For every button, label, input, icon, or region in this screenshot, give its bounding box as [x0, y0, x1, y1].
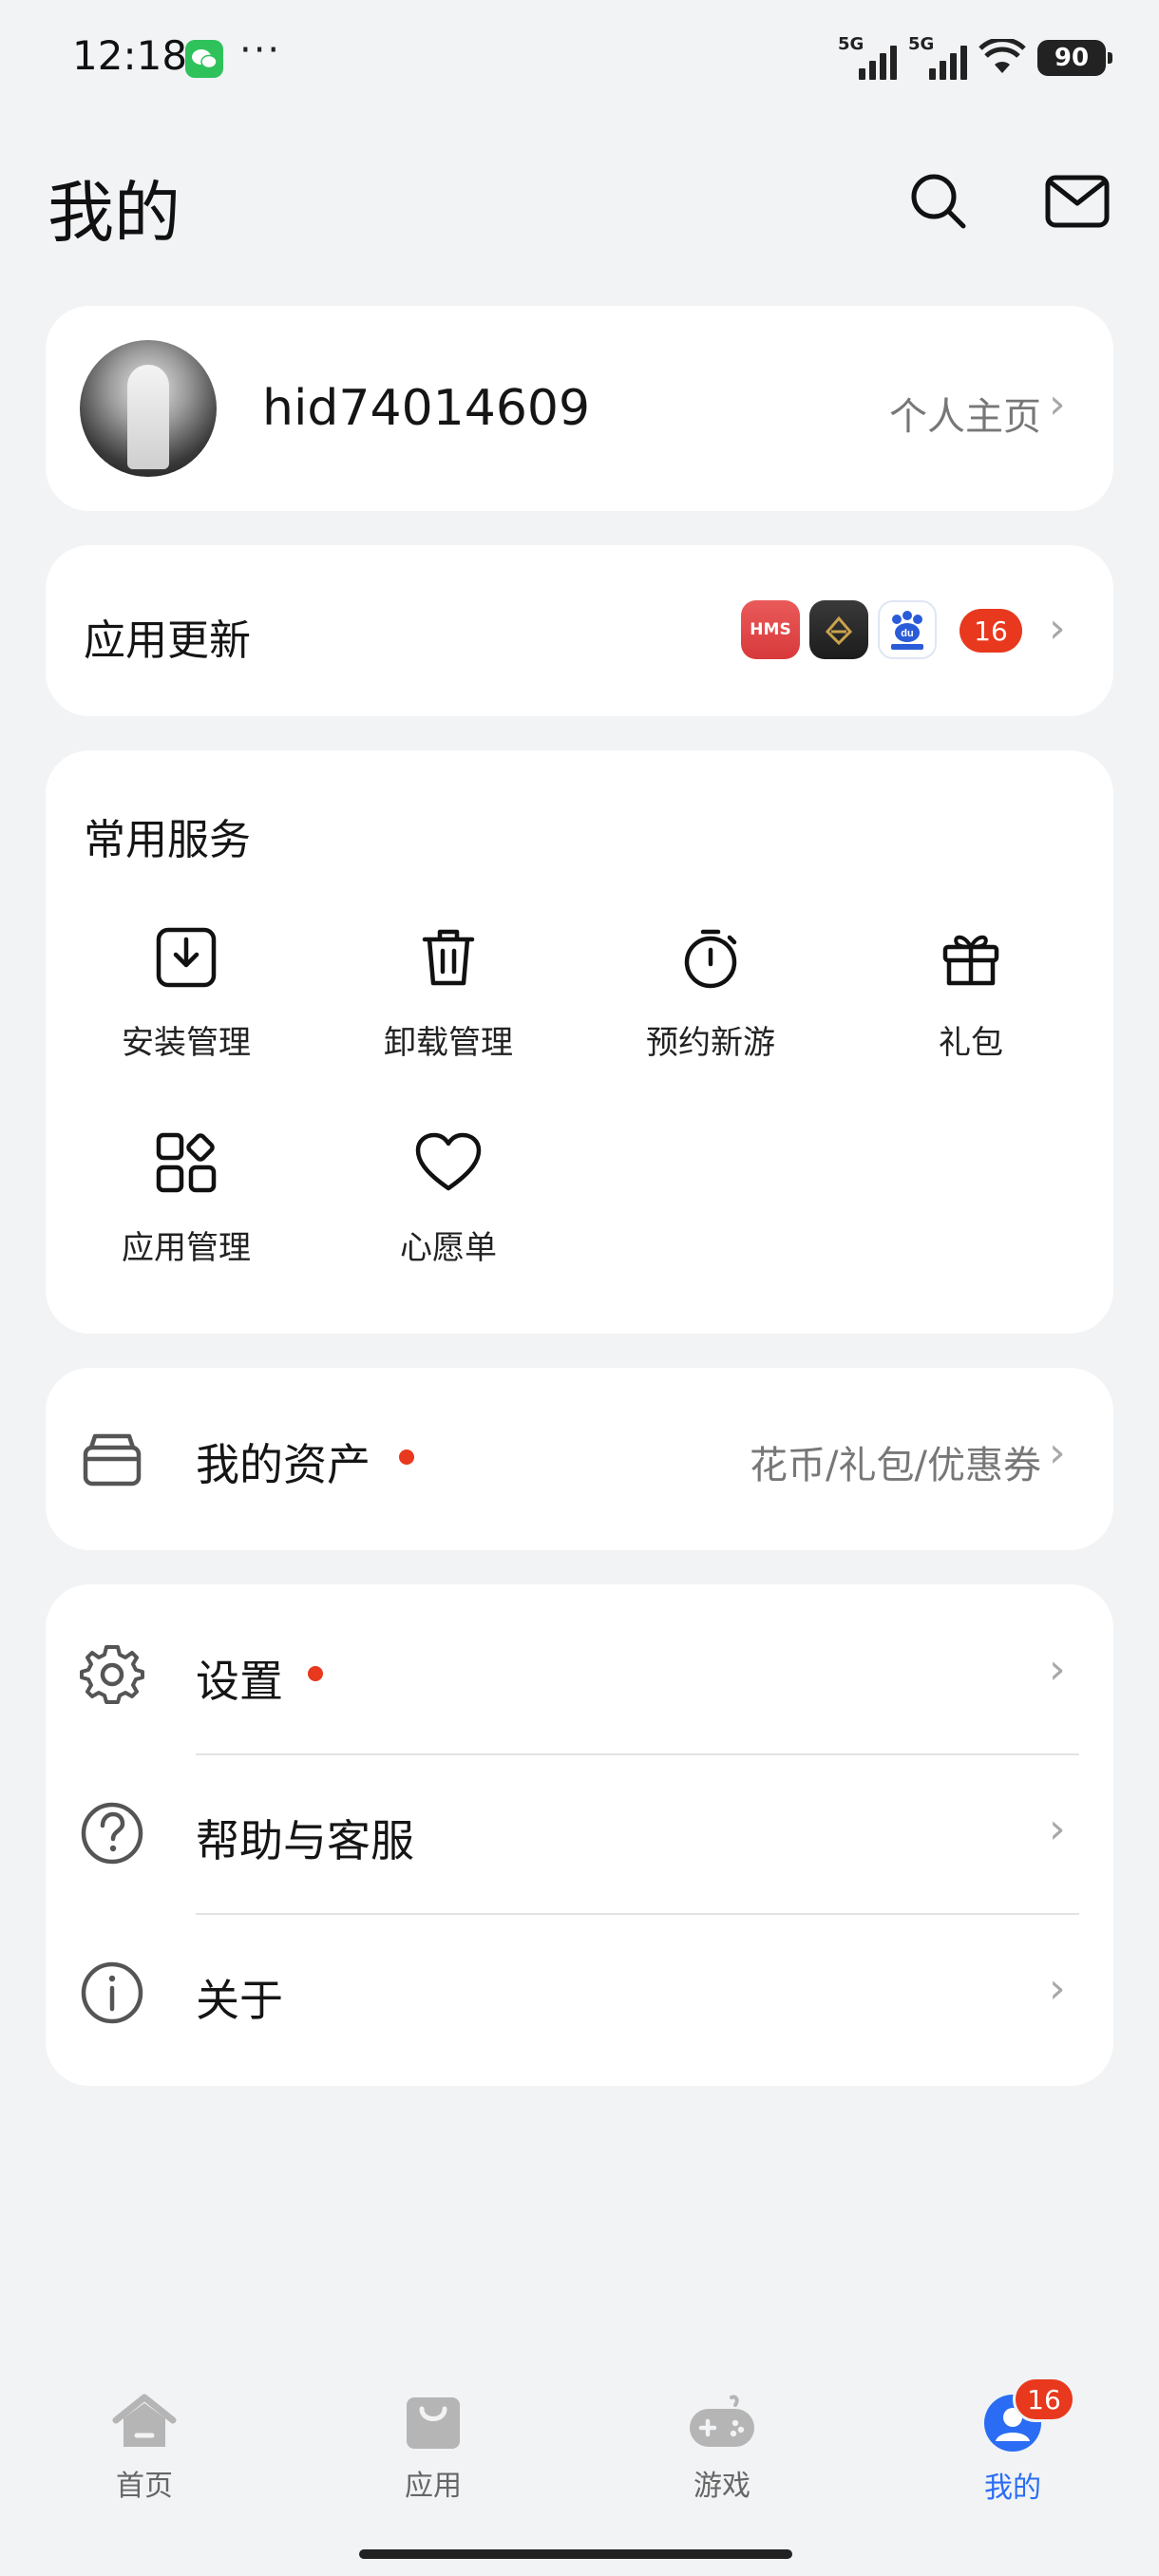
trash-icon [412, 921, 484, 994]
username: hid74014609 [262, 380, 591, 437]
service-label: 应用管理 [122, 1229, 251, 1267]
avatar[interactable] [80, 340, 217, 477]
service-label: 礼包 [939, 1024, 1003, 1062]
gift-icon [935, 921, 1007, 994]
service-install-management[interactable]: 安装管理 [72, 921, 300, 1092]
hms-app-label: HMS [750, 620, 791, 639]
install-icon [150, 921, 222, 994]
divider [196, 1753, 1079, 1755]
service-label: 安装管理 [122, 1024, 251, 1062]
service-app-management[interactable]: 应用管理 [72, 1127, 300, 1297]
assets-notification-dot [399, 1449, 414, 1465]
divider [196, 1913, 1079, 1915]
heart-icon [412, 1127, 484, 1199]
app-update-title: 应用更新 [84, 616, 251, 665]
chevron-right-icon: › [1049, 1645, 1066, 1694]
hms-app-icon: HMS [741, 600, 800, 659]
nav-label: 游戏 [694, 2470, 750, 2503]
services-title: 常用服务 [84, 816, 251, 864]
nav-home[interactable]: 首页 [49, 2394, 239, 2504]
baidu-app-icon: du [878, 600, 937, 659]
help-label: 帮助与客服 [196, 1815, 414, 1866]
more-notifications-icon: ··· [239, 28, 282, 72]
home-indicator[interactable] [359, 2549, 792, 2559]
home-icon [110, 2394, 179, 2451]
nav-label: 应用 [405, 2470, 462, 2503]
battery-indicator: 90 [1037, 40, 1112, 76]
help-icon [80, 1801, 144, 1866]
chevron-right-icon: › [1049, 1964, 1066, 2013]
gear-icon [80, 1641, 144, 1706]
chevron-right-icon: › [1049, 380, 1066, 428]
status-indicators: 5G 5G 90 [838, 34, 1112, 82]
nav-apps[interactable]: 应用 [338, 2394, 528, 2504]
baidu-app-label: du [901, 628, 913, 639]
service-label: 心愿单 [400, 1229, 497, 1267]
info-icon [80, 1960, 144, 2025]
apps-grid-icon [150, 1127, 222, 1199]
nav-games[interactable]: 游戏 [627, 2394, 817, 2504]
service-uninstall-management[interactable]: 卸载管理 [334, 921, 562, 1092]
nav-label: 我的 [984, 2472, 1041, 2505]
service-reserve-new-games[interactable]: 预约新游 [597, 921, 825, 1092]
nav-label: 首页 [116, 2470, 173, 2503]
settings-label: 设置 [196, 1656, 283, 1707]
signal-icon: 5G [838, 34, 897, 80]
wechat-notification-icon [185, 40, 223, 78]
chevron-right-icon: › [1049, 604, 1066, 653]
status-time: 12:18 [72, 32, 188, 79]
wifi-icon [978, 37, 1026, 77]
signal-icon-2: 5G [908, 34, 967, 80]
about-label: 关于 [196, 1975, 283, 2026]
profile-nav-badge: 16 [1013, 2377, 1075, 2422]
chevron-right-icon: › [1049, 1805, 1066, 1853]
search-icon[interactable] [904, 167, 973, 236]
assets-detail: 花币/礼包/优惠券 [750, 1444, 1041, 1487]
status-bar: 12:18 ··· 5G 5G 90 [0, 0, 1159, 123]
service-gift-pack[interactable]: 礼包 [857, 921, 1085, 1092]
gamepad-icon [686, 2394, 758, 2451]
wallet-icon [80, 1427, 144, 1491]
service-label: 预约新游 [646, 1024, 775, 1062]
chevron-right-icon: › [1049, 1429, 1066, 1477]
profile-homepage-link[interactable]: 个人主页 [889, 386, 1041, 441]
bag-icon [405, 2394, 462, 2451]
mail-icon[interactable] [1043, 167, 1112, 236]
service-wishlist[interactable]: 心愿单 [334, 1127, 562, 1297]
settings-notification-dot [308, 1666, 323, 1681]
service-label: 卸载管理 [384, 1024, 513, 1062]
app-icon-gold [809, 600, 868, 659]
assets-title: 我的资产 [196, 1439, 370, 1490]
nav-mine[interactable]: 我的 [918, 2394, 1108, 2506]
update-count-badge: 16 [960, 609, 1022, 653]
page-title: 我的 [48, 174, 180, 252]
stopwatch-icon [674, 921, 747, 994]
